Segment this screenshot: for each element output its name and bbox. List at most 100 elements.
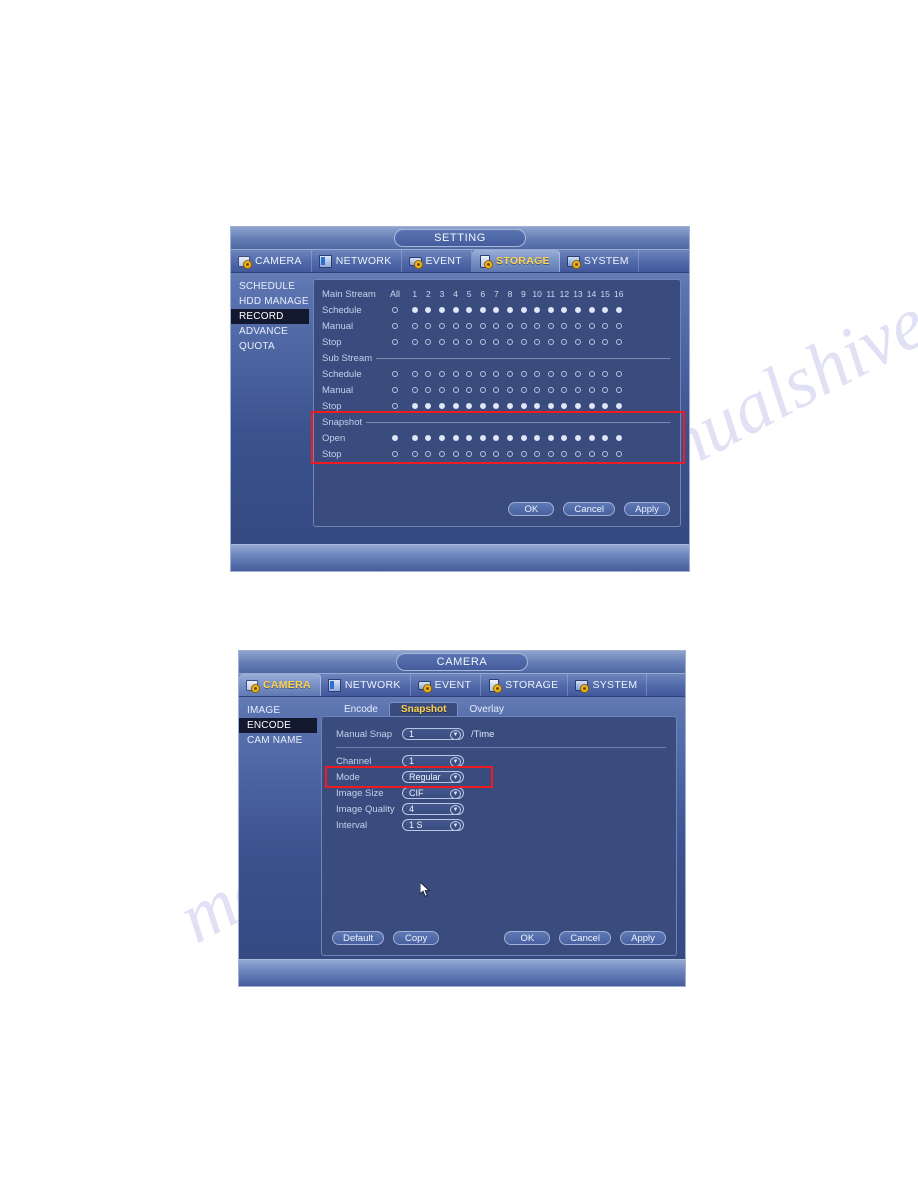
radio-channel-5[interactable]: [466, 387, 473, 393]
radio-channel-15[interactable]: [602, 435, 609, 441]
radio-channel-4[interactable]: [452, 307, 459, 313]
radio-channel-11[interactable]: [547, 323, 554, 329]
radio-channel-9[interactable]: [520, 403, 527, 409]
radio-channel-5[interactable]: [466, 371, 473, 377]
tab-camera[interactable]: CAMERA: [239, 674, 321, 696]
radio-channel-2[interactable]: [425, 403, 432, 409]
radio-channel-1[interactable]: [411, 387, 418, 393]
radio-channel-3[interactable]: [438, 387, 445, 393]
radio-channel-6[interactable]: [479, 323, 486, 329]
radio-channel-12[interactable]: [561, 387, 568, 393]
chevron-down-icon[interactable]: ▼: [450, 789, 461, 799]
radio-channel-2[interactable]: [425, 371, 432, 377]
chevron-down-icon[interactable]: ▼: [450, 821, 461, 831]
radio-channel-12[interactable]: [561, 435, 568, 441]
tab-event[interactable]: EVENT: [411, 674, 482, 696]
radio-channel-10[interactable]: [534, 451, 541, 457]
radio-channel-10[interactable]: [534, 435, 541, 441]
radio-channel-6[interactable]: [479, 371, 486, 377]
radio-channel-8[interactable]: [506, 371, 513, 377]
sidebar-item-image[interactable]: IMAGE: [239, 703, 317, 718]
radio-channel-16[interactable]: [615, 435, 622, 441]
image-quality-select[interactable]: 4 ▼: [402, 803, 464, 815]
radio-channel-14[interactable]: [588, 387, 595, 393]
radio-channel-9[interactable]: [520, 371, 527, 377]
radio-channel-3[interactable]: [438, 435, 445, 441]
radio-channel-14[interactable]: [588, 371, 595, 377]
sidebar-item-hdd-manage[interactable]: HDD MANAGE: [231, 294, 309, 309]
radio-channel-2[interactable]: [425, 307, 432, 313]
radio-channel-12[interactable]: [561, 307, 568, 313]
radio-channel-6[interactable]: [479, 451, 486, 457]
radio-channel-7[interactable]: [493, 339, 500, 345]
radio-channel-6[interactable]: [479, 403, 486, 409]
radio-all[interactable]: [392, 403, 398, 409]
radio-all[interactable]: [392, 339, 398, 345]
radio-channel-11[interactable]: [547, 451, 554, 457]
tab-storage[interactable]: STORAGE: [472, 250, 560, 272]
chevron-down-icon[interactable]: ▼: [450, 757, 461, 767]
radio-channel-3[interactable]: [438, 339, 445, 345]
radio-channel-14[interactable]: [588, 403, 595, 409]
radio-channel-9[interactable]: [520, 387, 527, 393]
tab-event[interactable]: EVENT: [402, 250, 473, 272]
radio-channel-11[interactable]: [547, 435, 554, 441]
radio-channel-11[interactable]: [547, 387, 554, 393]
radio-channel-11[interactable]: [547, 307, 554, 313]
radio-channel-10[interactable]: [534, 307, 541, 313]
radio-channel-16[interactable]: [615, 403, 622, 409]
radio-channel-12[interactable]: [561, 403, 568, 409]
radio-channel-8[interactable]: [506, 387, 513, 393]
radio-channel-9[interactable]: [520, 307, 527, 313]
radio-channel-3[interactable]: [438, 403, 445, 409]
apply-button[interactable]: Apply: [624, 502, 670, 516]
radio-channel-8[interactable]: [506, 339, 513, 345]
ok-button[interactable]: OK: [504, 931, 551, 945]
radio-channel-13[interactable]: [574, 435, 581, 441]
channel-select[interactable]: 1 ▼: [402, 755, 464, 767]
radio-channel-9[interactable]: [520, 451, 527, 457]
subtab-overlay[interactable]: Overlay: [458, 703, 514, 717]
chevron-down-icon[interactable]: ▼: [450, 730, 461, 740]
radio-channel-8[interactable]: [506, 403, 513, 409]
radio-channel-7[interactable]: [493, 451, 500, 457]
radio-channel-13[interactable]: [574, 403, 581, 409]
chevron-down-icon[interactable]: ▼: [450, 773, 461, 783]
manual-snap-select[interactable]: 1 ▼: [402, 728, 464, 740]
radio-channel-12[interactable]: [561, 339, 568, 345]
radio-channel-16[interactable]: [615, 307, 622, 313]
sidebar-item-schedule[interactable]: SCHEDULE: [231, 279, 309, 294]
radio-channel-4[interactable]: [452, 435, 459, 441]
tab-storage[interactable]: STORAGE: [481, 674, 569, 696]
radio-channel-14[interactable]: [588, 339, 595, 345]
sidebar-item-cam-name[interactable]: CAM NAME: [239, 733, 317, 748]
radio-channel-7[interactable]: [493, 307, 500, 313]
radio-channel-8[interactable]: [506, 435, 513, 441]
radio-channel-16[interactable]: [615, 371, 622, 377]
radio-channel-2[interactable]: [425, 451, 432, 457]
radio-channel-7[interactable]: [493, 371, 500, 377]
radio-channel-12[interactable]: [561, 371, 568, 377]
radio-channel-4[interactable]: [452, 371, 459, 377]
radio-channel-1[interactable]: [411, 307, 418, 313]
subtab-snapshot[interactable]: Snapshot: [388, 702, 459, 717]
radio-channel-16[interactable]: [615, 451, 622, 457]
radio-channel-2[interactable]: [425, 339, 432, 345]
radio-channel-7[interactable]: [493, 387, 500, 393]
radio-channel-8[interactable]: [506, 307, 513, 313]
radio-all[interactable]: [392, 307, 398, 313]
radio-channel-14[interactable]: [588, 435, 595, 441]
radio-channel-1[interactable]: [411, 339, 418, 345]
radio-channel-5[interactable]: [466, 339, 473, 345]
subtab-encode[interactable]: Encode: [333, 703, 389, 717]
radio-channel-6[interactable]: [479, 307, 486, 313]
apply-button[interactable]: Apply: [620, 931, 666, 945]
radio-channel-7[interactable]: [493, 403, 500, 409]
radio-channel-1[interactable]: [411, 323, 418, 329]
radio-all[interactable]: [392, 323, 398, 329]
radio-channel-9[interactable]: [520, 435, 527, 441]
radio-channel-11[interactable]: [547, 403, 554, 409]
radio-channel-14[interactable]: [588, 451, 595, 457]
tab-network[interactable]: NETWORK: [321, 674, 411, 696]
radio-channel-11[interactable]: [547, 371, 554, 377]
